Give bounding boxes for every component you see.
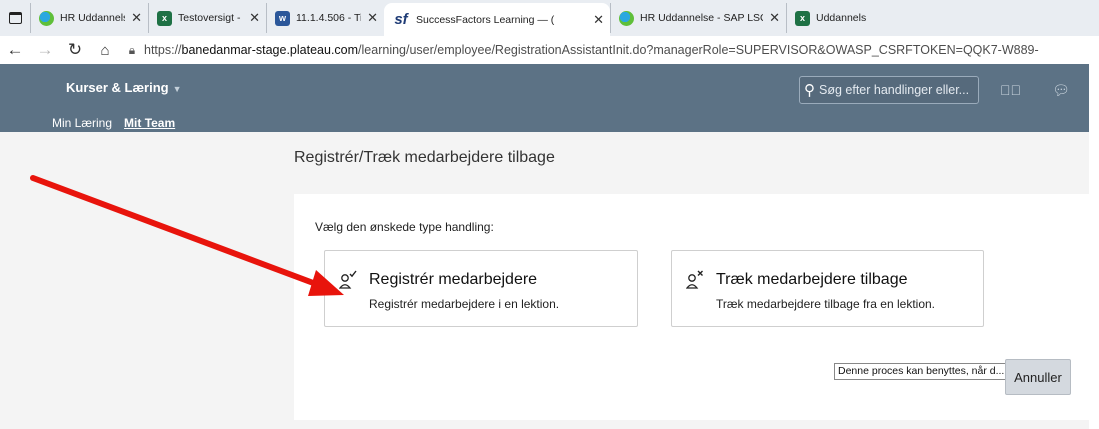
browser-tab-active[interactable]: sf SuccessFactors Learning — ( ✕ [384, 3, 610, 36]
approvals-check-icon[interactable]: ✓⃝ [1000, 81, 1021, 99]
close-icon[interactable]: ✕ [593, 12, 604, 28]
lock-icon[interactable]: 🔒︎ [120, 43, 144, 58]
feedback-chat-icon[interactable]: 💬︎ [1052, 81, 1070, 99]
excel-icon: x [157, 10, 172, 26]
url-path: /learning/user/employee/RegistrationAssi… [358, 43, 1039, 57]
browser-tab[interactable]: HR Uddannelse - Opfølgnin ✕ [30, 3, 148, 33]
search-input[interactable]: ⚲ Søg efter handlinger eller... [799, 76, 979, 104]
url-host: banedanmar-stage.plateau.com [181, 43, 359, 57]
close-icon[interactable]: ✕ [769, 10, 780, 26]
word-icon: w [275, 10, 290, 26]
browser-tab[interactable]: HR Uddannelse - SAP LSO - ✕ [610, 3, 786, 33]
cancel-button[interactable]: Annuller [1005, 359, 1071, 395]
card-title: Træk medarbejdere tilbage [716, 271, 908, 288]
person-check-icon [339, 270, 357, 289]
home-icon[interactable]: ⌂ [90, 42, 120, 59]
sf-icon: sf [394, 11, 408, 28]
sap-icon [619, 10, 634, 26]
url-prefix: https:// [144, 43, 182, 57]
app-menu-label: Kurser & Læring [66, 80, 169, 95]
page-title: Registrér/Træk medarbejdere tilbage [294, 149, 555, 166]
address-bar-row: ← → ↻ ⌂ 🔒︎ https://banedanmar-stage.plat… [0, 36, 1099, 64]
refresh-icon[interactable]: ↻ [60, 40, 90, 60]
browser-tab[interactable]: x Uddannels [786, 3, 899, 33]
close-icon[interactable]: ✕ [367, 10, 378, 26]
search-icon: ⚲ [804, 82, 815, 99]
card-description: Registrér medarbejdere i en lektion. [369, 297, 560, 311]
tab-actions-icon[interactable] [0, 0, 30, 36]
app-menu[interactable]: Kurser & Læring ▼ [66, 80, 182, 95]
withdraw-employees-card[interactable]: Træk medarbejdere tilbage Træk medarbejd… [671, 250, 984, 327]
forward-icon[interactable]: → [30, 40, 60, 60]
browser-tab-strip: HR Uddannelse - Opfølgnin ✕ x Testoversi… [0, 0, 1099, 36]
browser-tab[interactable]: x Testoversigt - End-to-end ju ✕ [148, 3, 266, 33]
app-header: Kurser & Læring ▼ ⚲ Søg efter handlinger … [0, 64, 1089, 132]
close-icon[interactable]: ✕ [249, 10, 260, 26]
sub-navigation: Min Læring Mit Team [52, 116, 175, 130]
close-icon[interactable]: ✕ [131, 10, 142, 26]
card-title: Registrér medarbejdere [369, 271, 538, 288]
card-description: Træk medarbejdere tilbage fra en lektion… [716, 297, 935, 311]
tooltip: Denne proces kan benyttes, når d... [834, 363, 1009, 380]
sap-icon [39, 10, 54, 26]
browser-tab[interactable]: w 11.1.4.506 - Tilmeld kursist ✕ [266, 3, 384, 33]
person-x-icon [686, 270, 703, 289]
search-placeholder: Søg efter handlinger eller... [819, 83, 970, 97]
register-employees-card[interactable]: Registrér medarbejdere Registrér medarbe… [324, 250, 638, 327]
chevron-down-icon: ▼ [172, 84, 182, 94]
action-prompt: Vælg den ønskede type handling: [315, 220, 494, 234]
nav-my-team[interactable]: Mit Team [124, 116, 175, 130]
address-bar[interactable]: https://banedanmar-stage.plateau.com/lea… [144, 43, 1039, 57]
nav-my-learning[interactable]: Min Læring [52, 116, 112, 130]
excel-icon: x [795, 10, 810, 26]
back-icon[interactable]: ← [0, 40, 30, 60]
